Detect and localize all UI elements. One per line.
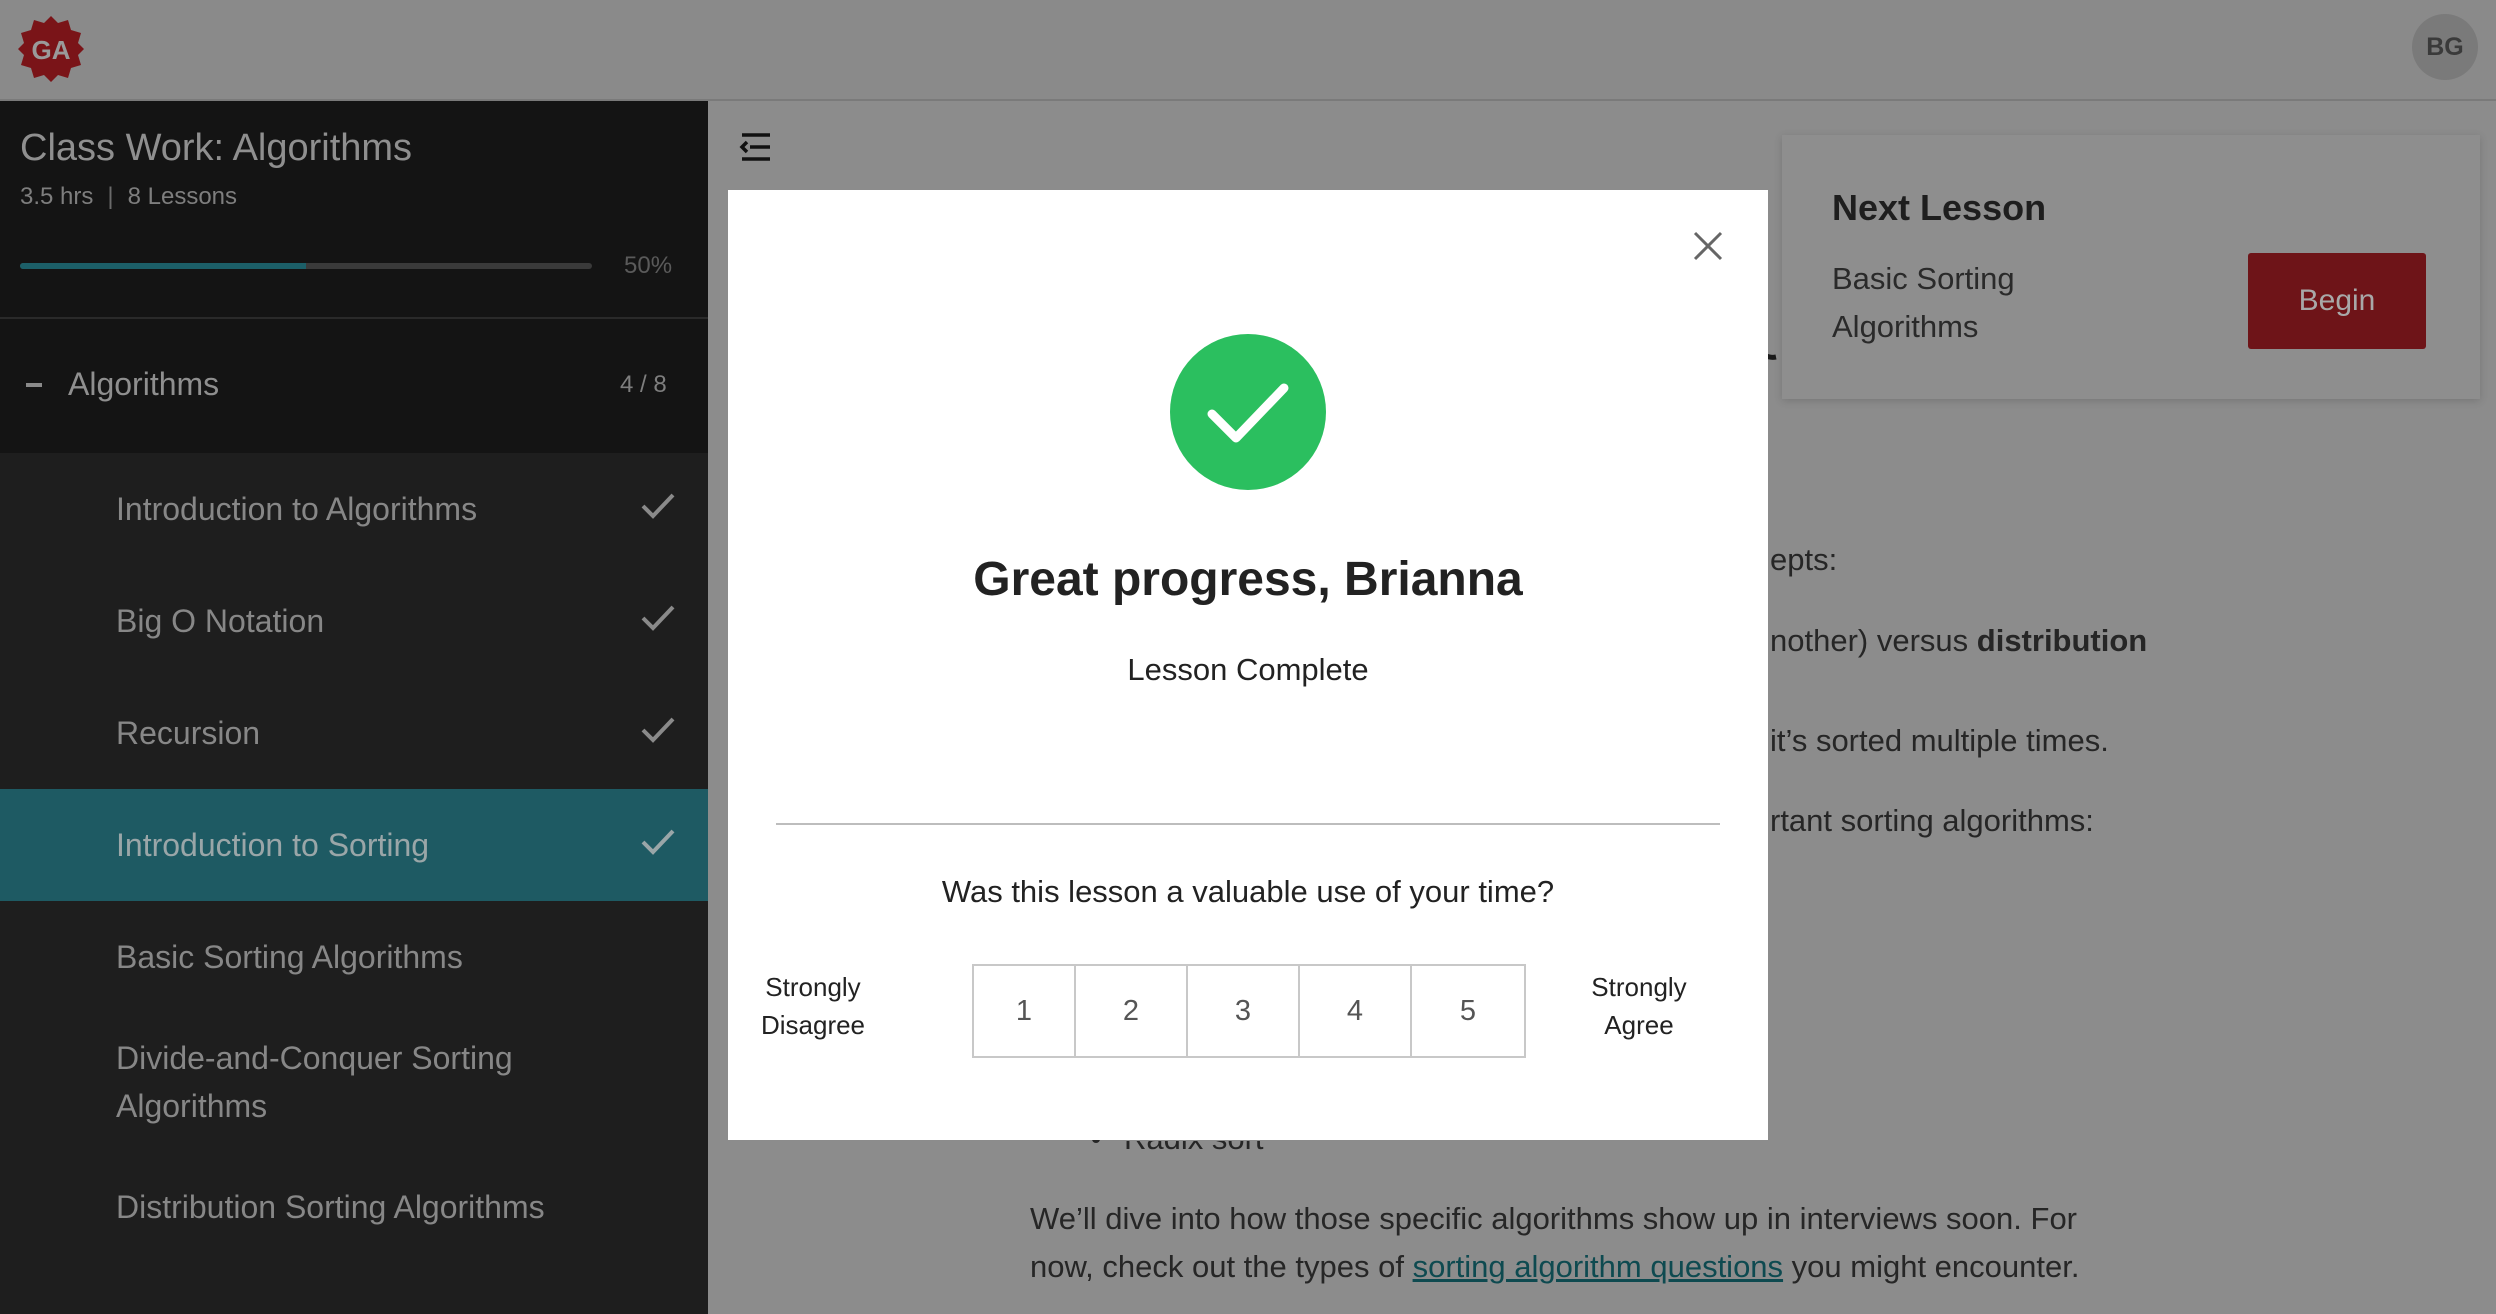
logo-text: GA [32, 35, 71, 65]
course-title: Class Work: Algorithms [20, 127, 413, 169]
check-icon [641, 493, 675, 519]
lesson-item-introduction-to-algorithms[interactable]: Introduction to Algorithms [0, 453, 708, 565]
lesson-label: Distribution Sorting Algorithms [116, 1189, 545, 1225]
scale-high-label: Strongly Agree [1564, 968, 1714, 1044]
content-text: you might encounter. [1783, 1249, 2080, 1284]
lesson-complete-modal: Great progress, Brianna Lesson Complete … [728, 190, 1768, 1140]
lesson-item-basic-sorting-algorithms[interactable]: Basic Sorting Algorithms [0, 901, 708, 1013]
lesson-label: Divide-and-Conquer Sorting Algorithms [116, 1040, 513, 1124]
course-sidebar: Class Work: Algorithms 3.5 hrs | 8 Lesso… [0, 101, 708, 1314]
lesson-item-distribution-sorting[interactable]: Distribution Sorting Algorithms [0, 1151, 708, 1263]
rating-5-button[interactable]: 5 [1412, 966, 1524, 1056]
collapse-icon [26, 383, 42, 387]
rating-1-button[interactable]: 1 [974, 966, 1076, 1056]
scale-low-text: Strongly Disagree [760, 972, 866, 1040]
lesson-item-big-o-notation[interactable]: Big O Notation [0, 565, 708, 677]
feedback-question: Was this lesson a valuable use of your t… [941, 874, 1555, 909]
modal-subtitle: Lesson Complete [1127, 652, 1369, 687]
lesson-label: Recursion [116, 715, 261, 751]
course-lesson-count: 8 Lessons [127, 183, 238, 210]
section-count: 4 / 8 [620, 371, 667, 398]
course-progress-label: 50% [624, 252, 673, 279]
course-duration: 3.5 hrs [20, 183, 94, 210]
next-lesson-title: Basic Sorting Algorithms [1832, 261, 2015, 344]
modal-title: Great progress, Brianna [973, 553, 1523, 606]
lesson-label: Big O Notation [116, 603, 325, 639]
check-icon [641, 829, 675, 855]
content-line: epts: [1770, 542, 1838, 577]
sorting-questions-link[interactable]: sorting algorithm questions [1413, 1249, 1783, 1284]
next-lesson-card: Next Lesson Basic Sorting Algorithms Beg… [1782, 135, 2480, 399]
ga-logo[interactable]: GA [16, 14, 86, 84]
course-meta: 3.5 hrs | 8 Lessons [20, 183, 237, 211]
lesson-label: Introduction to Algorithms [116, 491, 478, 527]
modal-divider [776, 823, 1720, 825]
content-line: it’s sorted multiple times. [1770, 723, 2109, 758]
next-lesson-heading: Next Lesson [1832, 187, 2047, 228]
top-bar: GA BG [0, 0, 2496, 101]
lesson-label: Introduction to Sorting [116, 827, 430, 863]
collapse-sidebar-icon[interactable] [738, 131, 774, 163]
lesson-item-introduction-to-sorting[interactable]: Introduction to Sorting [0, 789, 708, 901]
content-paragraph-line2: now, check out the types of sorting algo… [1030, 1243, 2079, 1291]
lesson-item-recursion[interactable]: Recursion [0, 677, 708, 789]
lesson-list: Introduction to Algorithms Big O Notatio… [0, 453, 708, 1314]
meta-separator: | [107, 183, 114, 210]
scale-high-text: Strongly Agree [1591, 972, 1687, 1040]
check-icon [641, 717, 675, 743]
close-icon[interactable] [1690, 228, 1726, 264]
rating-3-button[interactable]: 3 [1188, 966, 1300, 1056]
content-paragraph-line1: We’ll dive into how those specific algor… [1030, 1201, 2078, 1236]
rating-2-button[interactable]: 2 [1076, 966, 1188, 1056]
scale-low-label: Strongly Disagree [738, 968, 888, 1044]
rating-4-button[interactable]: 4 [1300, 966, 1412, 1056]
check-icon [641, 605, 675, 631]
content-text: nother) versus [1770, 623, 1977, 658]
content-line: rtant sorting algorithms: [1770, 803, 2094, 838]
check-circle-icon [1170, 334, 1326, 490]
course-header: Class Work: Algorithms 3.5 hrs | 8 Lesso… [0, 101, 708, 319]
section-header-algorithms[interactable]: Algorithms 4 / 8 [0, 319, 708, 453]
avatar[interactable]: BG [2412, 14, 2478, 80]
course-progress-fill [20, 263, 306, 269]
section-title: Algorithms [68, 366, 220, 402]
lesson-label: Basic Sorting Algorithms [116, 939, 463, 975]
content-bold: distribution [1976, 623, 2148, 658]
rating-scale: 1 2 3 4 5 [972, 964, 1526, 1058]
course-progress-bar [20, 263, 592, 269]
content-text: now, check out the types of [1030, 1249, 1413, 1284]
content-line-distribution: nother) versus distribution [1770, 617, 2147, 665]
begin-button[interactable]: Begin [2248, 253, 2426, 349]
lesson-item-divide-and-conquer[interactable]: Divide-and-Conquer Sorting Algorithms [0, 1013, 708, 1151]
